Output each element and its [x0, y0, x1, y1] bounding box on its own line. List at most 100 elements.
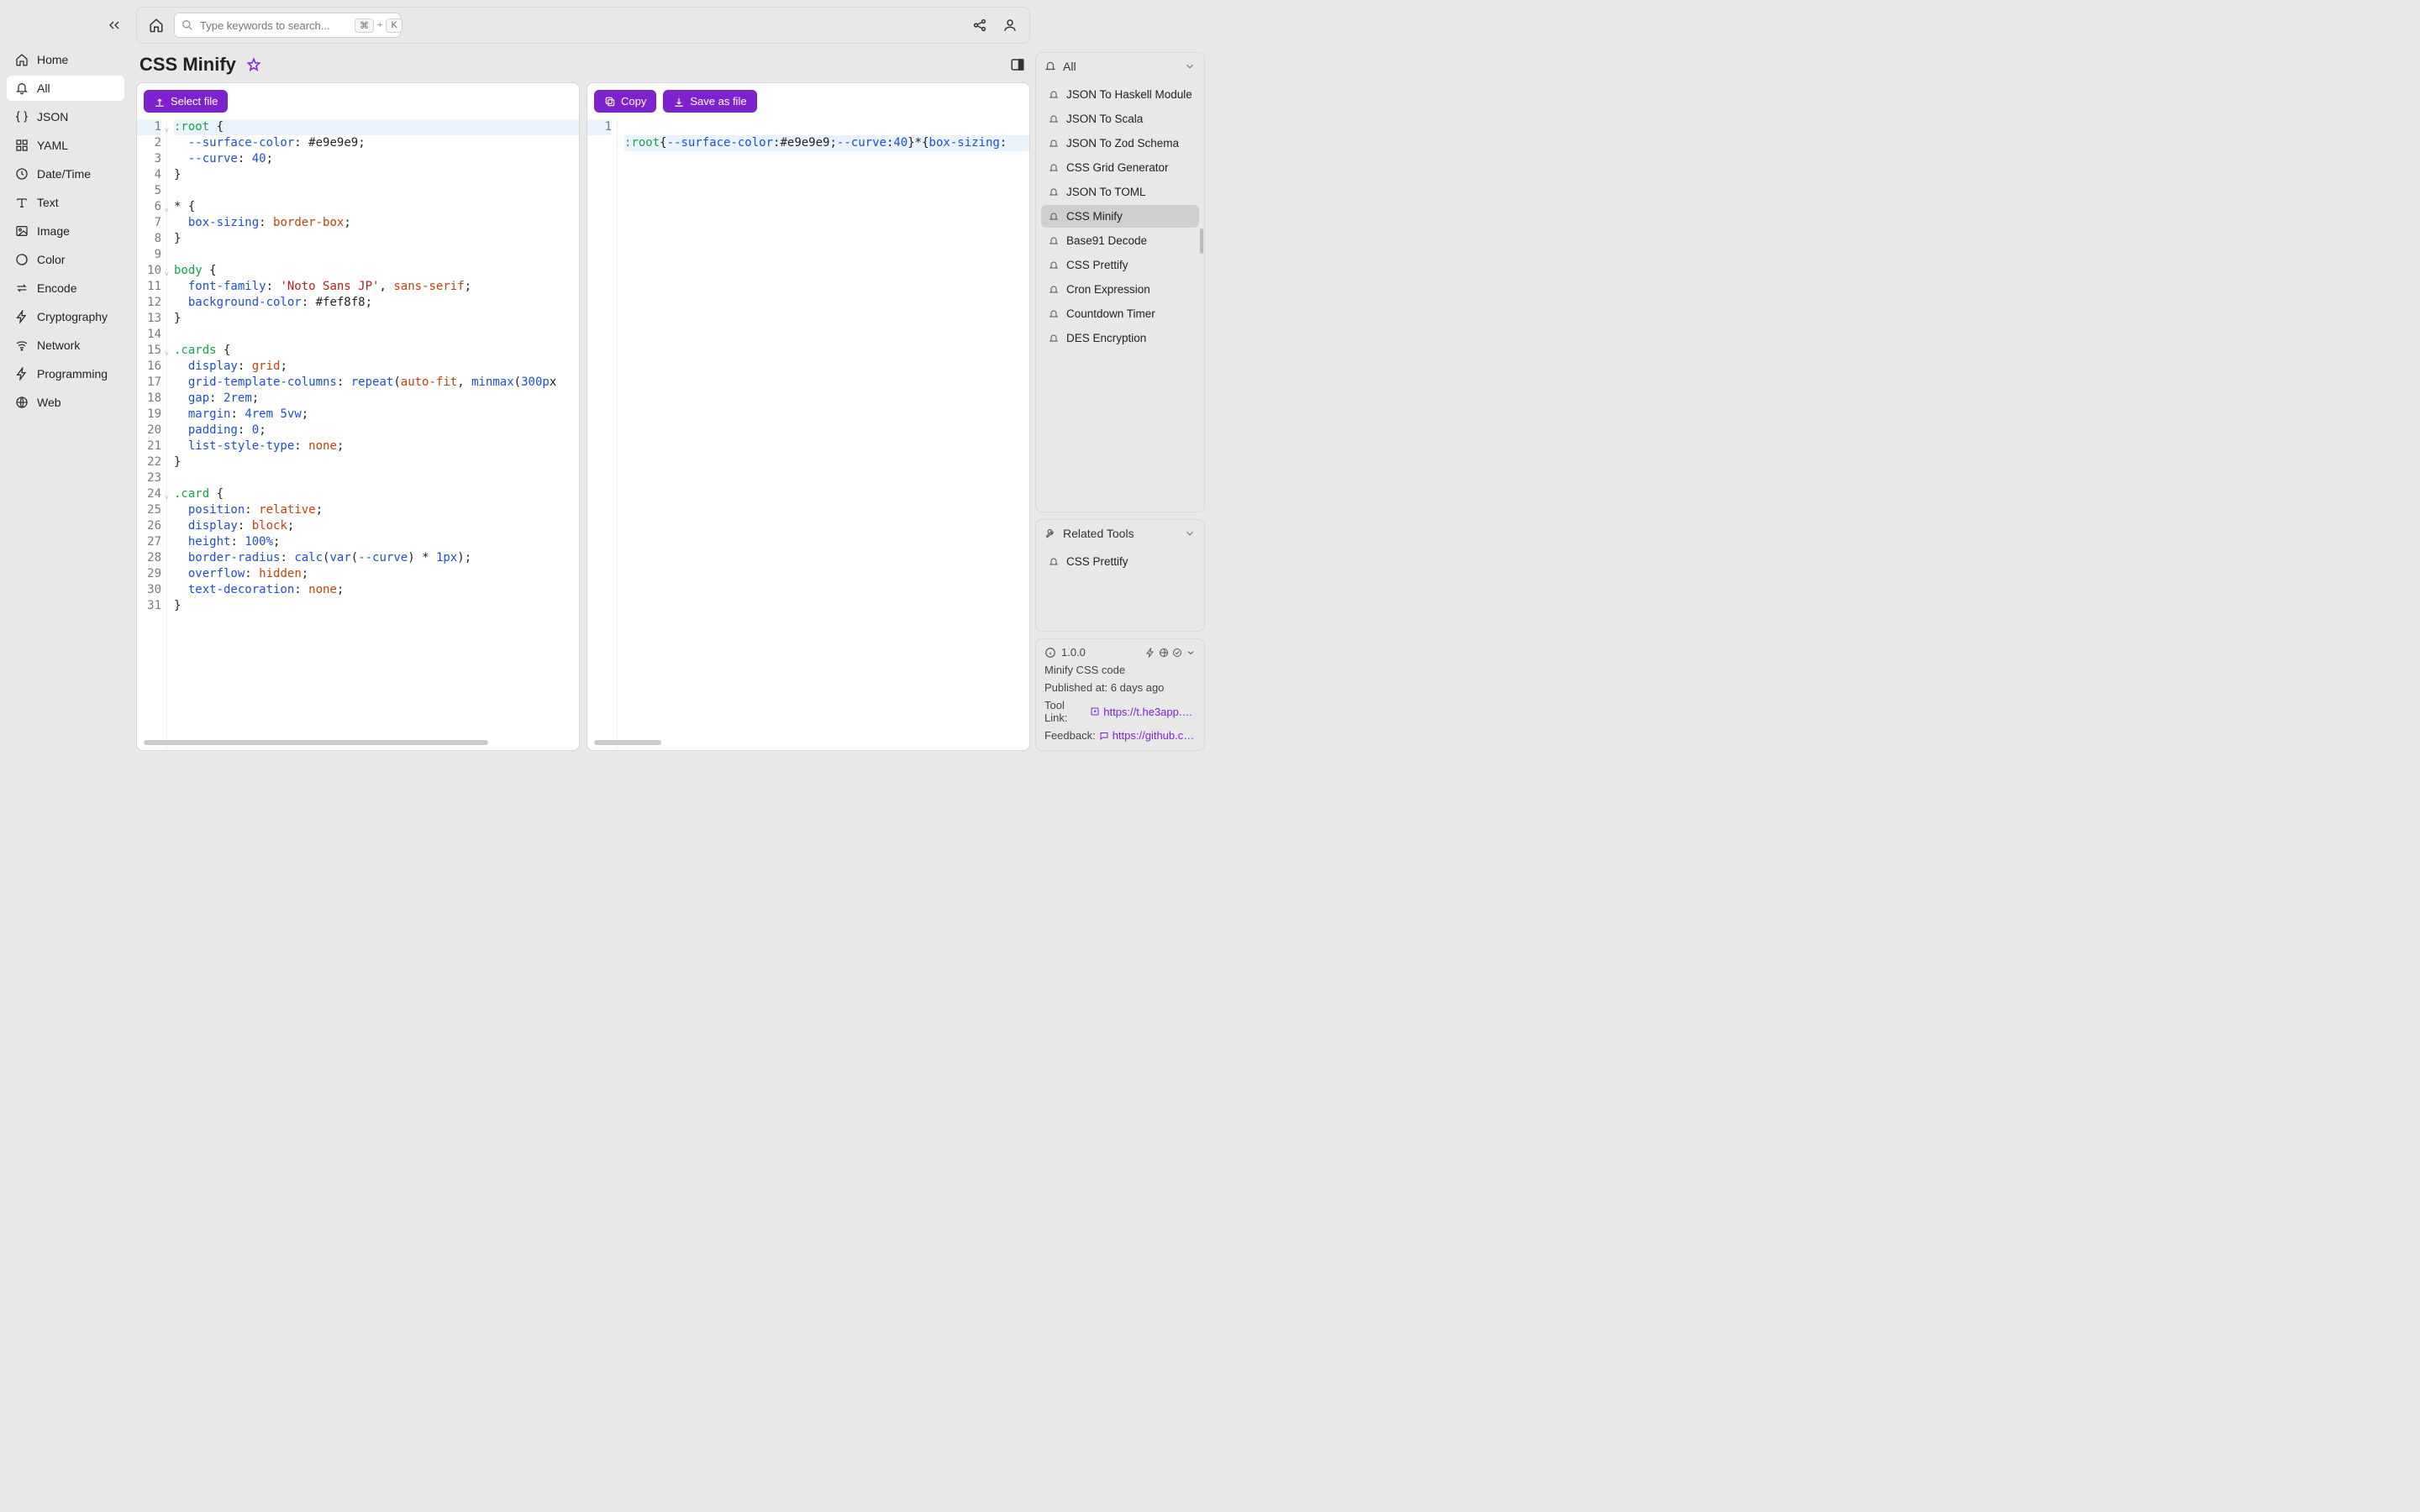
bell-icon [1048, 162, 1060, 174]
tool-item-label: DES Encryption [1066, 332, 1146, 344]
nav-item-text[interactable]: Text [7, 190, 124, 215]
bell-icon [1048, 235, 1060, 247]
nav-label: Color [37, 253, 65, 266]
bell-icon [1048, 556, 1060, 568]
tool-item[interactable]: Base91 Decode [1041, 229, 1199, 252]
published-label: Published at: [1044, 681, 1107, 694]
download-icon [673, 96, 685, 108]
bell-icon [1048, 113, 1060, 125]
output-code[interactable]: :root{--surface-color:#e9e9e9;--curve:40… [618, 119, 1029, 750]
grid-icon [15, 139, 29, 152]
nav-item-programming[interactable]: Programming [7, 361, 124, 386]
copy-icon [604, 96, 616, 108]
tool-item-label: JSON To Haskell Module [1066, 88, 1192, 101]
link-external-icon [1090, 706, 1100, 717]
tool-item[interactable]: Countdown Timer [1041, 302, 1199, 325]
tool-item[interactable]: CSS Minify [1041, 205, 1199, 228]
editors: Select file 1˅23456˅78910˅1112131415˅161… [136, 82, 1030, 751]
select-file-label: Select file [171, 95, 218, 108]
tool-item[interactable]: JSON To TOML [1041, 181, 1199, 203]
nav-item-yaml[interactable]: YAML [7, 133, 124, 158]
kbd-plus: + [377, 20, 382, 30]
nav-label: Image [37, 224, 70, 238]
tools-filter-label: All [1063, 60, 1076, 73]
tool-item[interactable]: Cron Expression [1041, 278, 1199, 301]
output-hscrollbar[interactable] [594, 740, 661, 745]
input-editor-pane: Select file 1˅23456˅78910˅1112131415˅161… [136, 82, 580, 751]
chevron-down-icon[interactable] [1186, 648, 1196, 658]
tool-item[interactable]: JSON To Haskell Module [1041, 83, 1199, 106]
bell-icon [1048, 89, 1060, 101]
globe-icon [15, 396, 29, 409]
input-code-area[interactable]: 1˅23456˅78910˅1112131415˅161718192021222… [137, 119, 579, 750]
nav-item-color[interactable]: Color [7, 247, 124, 272]
nav-item-datetime[interactable]: Date/Time [7, 161, 124, 186]
globe-icon [1159, 648, 1169, 658]
nav-label: Cryptography [37, 310, 108, 323]
input-hscrollbar[interactable] [144, 740, 488, 745]
chevron-down-icon [1184, 60, 1196, 72]
search-field[interactable]: ⌘ + K [174, 13, 401, 38]
tool-item[interactable]: JSON To Scala [1041, 108, 1199, 130]
nav-item-web[interactable]: Web [7, 390, 124, 415]
image-icon [15, 224, 29, 238]
nav-label: Network [37, 339, 80, 352]
nav-item-image[interactable]: Image [7, 218, 124, 244]
tool-item-label: JSON To Scala [1066, 113, 1143, 125]
check-icon [1172, 648, 1182, 658]
tool-link[interactable]: https://t.he3app.co… [1103, 706, 1196, 718]
output-editor-pane: Copy Save as file 1 :root{--surface-colo… [587, 82, 1030, 751]
tool-item-label: Base91 Decode [1066, 234, 1147, 247]
home-button[interactable] [147, 16, 166, 34]
feedback-label: Feedback: [1044, 729, 1096, 742]
tools-filter[interactable]: All [1036, 53, 1204, 80]
feedback-link[interactable]: https://github.com/… [1113, 729, 1196, 742]
tools-scrollbar[interactable] [1200, 228, 1203, 254]
nav-item-cryptography[interactable]: Cryptography [7, 304, 124, 329]
search-shortcut: ⌘ + K [355, 18, 402, 33]
kbd-k: K [386, 18, 402, 33]
wrench-icon [1044, 528, 1056, 539]
topbar: ⌘ + K [136, 7, 1030, 44]
bell-icon [1048, 284, 1060, 296]
tool-item[interactable]: JSON To Zod Schema [1041, 132, 1199, 155]
right-panel: All JSON To Haskell Module JSON To Scala J… [1035, 0, 1210, 756]
nav-item-network[interactable]: Network [7, 333, 124, 358]
sidebar-collapse-button[interactable] [104, 15, 124, 35]
bell-icon [1048, 138, 1060, 150]
related-header[interactable]: Related Tools [1036, 520, 1204, 547]
tool-item-label: CSS Prettify [1066, 259, 1128, 271]
tool-item[interactable]: DES Encryption [1041, 327, 1199, 349]
bell-icon [1048, 186, 1060, 198]
account-button[interactable] [1001, 16, 1019, 34]
toggle-panel-button[interactable] [1008, 55, 1027, 74]
related-list: CSS Prettify [1036, 547, 1204, 631]
select-file-button[interactable]: Select file [144, 90, 228, 113]
bell-icon [15, 81, 29, 95]
tool-item-label: CSS Minify [1066, 210, 1123, 223]
search-input[interactable] [200, 19, 348, 32]
palette-icon [15, 253, 29, 266]
related-item[interactable]: CSS Prettify [1041, 550, 1199, 573]
nav-label: JSON [37, 110, 68, 123]
info-icon [1044, 647, 1056, 659]
input-code[interactable]: :root { --surface-color: #e9e9e9; --curv… [167, 119, 579, 750]
nav-item-encode[interactable]: Encode [7, 276, 124, 301]
output-code-area[interactable]: 1 :root{--surface-color:#e9e9e9;--curve:… [587, 119, 1029, 750]
nav-label: All [37, 81, 50, 95]
copy-button[interactable]: Copy [594, 90, 656, 113]
tool-item[interactable]: CSS Grid Generator [1041, 156, 1199, 179]
favorite-button[interactable] [246, 57, 261, 72]
nav-item-json[interactable]: JSON [7, 104, 124, 129]
save-as-file-button[interactable]: Save as file [663, 90, 756, 113]
chevron-down-icon [1184, 528, 1196, 539]
share-button[interactable] [971, 16, 989, 34]
main-column: ⌘ + K CSS Minify [131, 0, 1035, 756]
bell-icon [1044, 60, 1056, 72]
nav-item-home[interactable]: Home [7, 47, 124, 72]
bell-icon [1048, 333, 1060, 344]
tool-item[interactable]: CSS Prettify [1041, 254, 1199, 276]
nav-item-all[interactable]: All [7, 76, 124, 101]
nav-label: Date/Time [37, 167, 91, 181]
nav-label: YAML [37, 139, 68, 152]
